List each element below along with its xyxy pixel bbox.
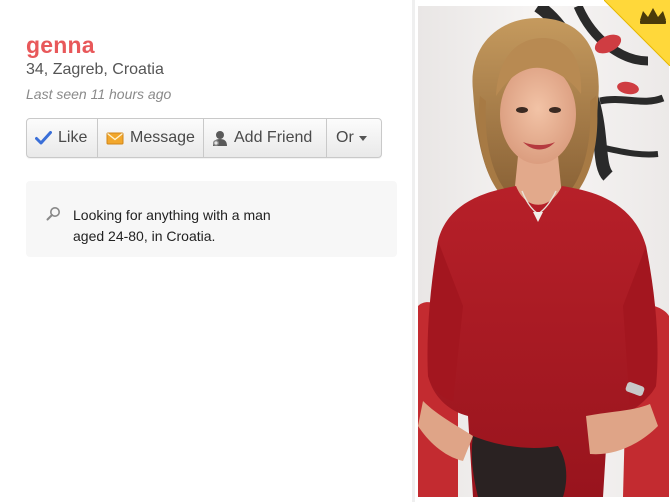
profile-panel: genna 34, Zagreb, Croatia Last seen 11 h… — [0, 0, 412, 502]
message-button[interactable]: Message — [98, 119, 204, 157]
looking-for-line-1: Looking for anything with a man — [73, 207, 271, 223]
premium-badge — [604, 0, 670, 66]
message-label: Message — [130, 129, 195, 146]
looking-for-line-2: aged 24-80, in Croatia. — [73, 228, 216, 244]
search-icon — [46, 206, 61, 226]
last-seen-text: Last seen 11 hours ago — [26, 86, 172, 102]
caret-down-icon — [358, 135, 367, 141]
looking-for-text: Looking for anything with a man aged 24-… — [73, 205, 303, 247]
looking-for-box: Looking for anything with a man aged 24-… — [26, 181, 397, 257]
or-label: Or — [336, 129, 354, 146]
profile-photo-illustration — [418, 6, 669, 497]
checkmark-icon — [35, 131, 52, 145]
profile-photo[interactable] — [418, 6, 669, 497]
like-label: Like — [58, 129, 88, 146]
column-divider — [412, 0, 415, 502]
envelope-icon — [106, 131, 124, 145]
or-dropdown-button[interactable]: Or — [327, 119, 381, 157]
add-friend-button[interactable]: Add Friend — [204, 119, 327, 157]
profile-info: 34, Zagreb, Croatia — [26, 61, 164, 78]
add-friend-label: Add Friend — [234, 129, 313, 146]
action-button-group: Like Message Add Friend Or — [26, 118, 382, 158]
person-icon — [212, 130, 228, 147]
like-button[interactable]: Like — [27, 119, 98, 157]
profile-name[interactable]: genna — [26, 32, 95, 59]
